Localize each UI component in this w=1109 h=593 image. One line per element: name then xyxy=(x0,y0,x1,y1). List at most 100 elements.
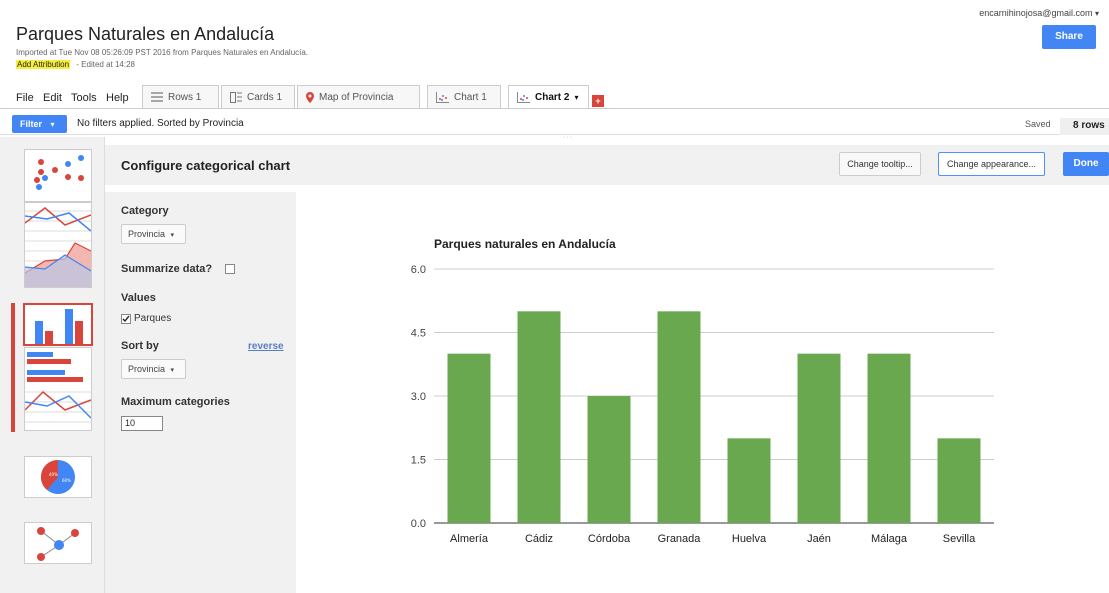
checkmark-icon xyxy=(122,315,130,322)
values-item[interactable]: Parques xyxy=(121,313,171,324)
bar-line-icon xyxy=(24,352,92,423)
chart-type-bar-line[interactable] xyxy=(24,347,92,431)
chevron-down-icon: ▾ xyxy=(170,367,175,374)
x-tick-label: Córdoba xyxy=(588,533,631,545)
tab-label: Map of Provincia xyxy=(319,91,394,103)
sortby-select[interactable]: Provincia ▾ xyxy=(121,359,186,379)
parques-checkbox[interactable] xyxy=(121,313,131,324)
y-axis-ticks: 0.0 1.5 3.0 4.5 6.0 xyxy=(411,264,426,530)
x-tick-label: Huelva xyxy=(732,533,767,545)
column-chart-icon xyxy=(35,309,83,344)
line-area-icon xyxy=(24,207,92,287)
attribution-row: Add Attribution - Edited at 14:28 xyxy=(16,60,135,69)
bar-chart: Parques naturales en Andalucía 0.0 1.5 3.0… xyxy=(411,237,994,545)
chart-type-pie[interactable]: 40% 60% xyxy=(24,456,92,498)
chevron-down-icon: ▾ xyxy=(170,232,175,239)
tab-divider xyxy=(0,108,1109,109)
left-edge xyxy=(0,137,11,593)
cards-icon xyxy=(230,91,242,103)
tab-chart-1[interactable]: Chart 1 xyxy=(427,85,501,108)
bar[interactable] xyxy=(447,353,491,523)
x-tick-label: Cádiz xyxy=(525,533,553,545)
chart-title: Parques naturales en Andalucía xyxy=(434,237,616,251)
bar[interactable] xyxy=(797,353,841,523)
bar[interactable] xyxy=(727,438,771,523)
selected-group-indicator xyxy=(11,303,15,432)
filter-status: No filters applied. Sorted by Provincia xyxy=(77,118,244,129)
svg-text:40%: 40% xyxy=(49,472,58,477)
bar[interactable] xyxy=(587,396,631,523)
bar[interactable] xyxy=(517,311,561,523)
scatter-chart-icon xyxy=(436,91,449,103)
y-tick-label: 4.5 xyxy=(411,328,426,340)
change-tooltip-button[interactable]: Change tooltip... xyxy=(839,152,921,176)
sortby-value: Provincia xyxy=(128,364,166,374)
tab-rows[interactable]: Rows 1 xyxy=(142,85,219,108)
category-select[interactable]: Provincia ▾ xyxy=(121,224,186,244)
tab-map[interactable]: Map of Provincia xyxy=(297,85,420,108)
y-tick-label: 3.0 xyxy=(411,391,426,403)
y-tick-label: 6.0 xyxy=(411,264,426,276)
bar[interactable] xyxy=(657,311,701,523)
scatter-chart-icon xyxy=(517,92,530,103)
bar[interactable] xyxy=(867,353,911,523)
edited-info: - Edited at 14:28 xyxy=(76,60,135,69)
summarize-checkbox[interactable] xyxy=(225,264,235,274)
config-title: Configure categorical chart xyxy=(121,158,291,173)
filter-button[interactable]: Filter ▾ xyxy=(12,115,67,133)
account-email: encarnihinojosa@gmail.com xyxy=(979,8,1093,18)
document-title: Parques Naturales en Andalucía xyxy=(16,24,275,44)
menu-file[interactable]: File xyxy=(16,92,34,104)
bar[interactable] xyxy=(937,438,981,523)
chart-type-scatter[interactable] xyxy=(24,149,92,202)
chevron-down-icon[interactable]: ▾ xyxy=(574,93,578,102)
saved-status: Saved xyxy=(1025,119,1051,129)
x-tick-label: Granada xyxy=(658,533,702,545)
maxcat-label: Maximum categories xyxy=(121,396,230,408)
summarize-label: Summarize data? xyxy=(121,263,213,275)
x-tick-label: Jaén xyxy=(807,533,831,545)
import-info: Imported at Tue Nov 08 05:26:09 PST 2016… xyxy=(16,48,309,57)
values-label: Values xyxy=(121,292,156,304)
reverse-link[interactable]: reverse xyxy=(248,341,284,352)
map-pin-icon xyxy=(306,91,314,103)
scatter-icon xyxy=(34,155,84,190)
menu-help[interactable]: Help xyxy=(106,92,129,104)
add-tab-button[interactable]: + xyxy=(592,95,604,107)
account-menu[interactable]: encarnihinojosa@gmail.com ▾ xyxy=(979,8,1099,18)
chart-type-line-area[interactable] xyxy=(24,202,92,288)
chart-bars xyxy=(447,311,981,523)
rows-icon xyxy=(151,92,163,102)
chevron-down-icon: ▾ xyxy=(1094,9,1099,18)
category-label: Category xyxy=(121,205,169,217)
row-count: 8 rows xyxy=(1060,118,1109,135)
chart-type-network[interactable] xyxy=(24,522,92,564)
options-panel xyxy=(105,192,296,593)
add-attribution-link[interactable]: Add Attribution xyxy=(16,60,71,69)
x-tick-label: Almería xyxy=(450,533,489,545)
done-button[interactable]: Done xyxy=(1063,152,1109,176)
menu-tools[interactable]: Tools xyxy=(71,92,97,104)
tab-label: Cards 1 xyxy=(247,91,283,103)
y-tick-label: 0.0 xyxy=(411,518,426,530)
tab-label: Chart 1 xyxy=(454,91,487,103)
resize-handle-icon[interactable]: ··· xyxy=(563,134,573,141)
y-tick-label: 1.5 xyxy=(411,455,426,467)
svg-text:60%: 60% xyxy=(62,478,71,483)
x-axis-ticks: Almería Cádiz Córdoba Granada Huelva Jaén Mála… xyxy=(450,533,976,545)
menu-edit[interactable]: Edit xyxy=(43,92,62,104)
x-tick-label: Málaga xyxy=(871,533,908,545)
share-button[interactable]: Share xyxy=(1042,25,1096,49)
tab-label: Rows 1 xyxy=(168,91,202,103)
tab-cards[interactable]: Cards 1 xyxy=(221,85,295,108)
chevron-down-icon: ▾ xyxy=(50,120,55,129)
pie-chart-icon: 40% 60% xyxy=(40,459,75,494)
change-appearance-button[interactable]: Change appearance... xyxy=(938,152,1045,176)
values-item-label: Parques xyxy=(134,313,172,324)
maxcat-input[interactable]: 10 xyxy=(121,416,163,431)
tab-chart-2[interactable]: Chart 2 ▾ xyxy=(508,85,589,109)
chart-type-column-selected[interactable] xyxy=(23,303,93,346)
network-graph-icon xyxy=(37,527,79,561)
filter-label: Filter xyxy=(20,119,43,129)
sortby-label: Sort by xyxy=(121,340,159,352)
